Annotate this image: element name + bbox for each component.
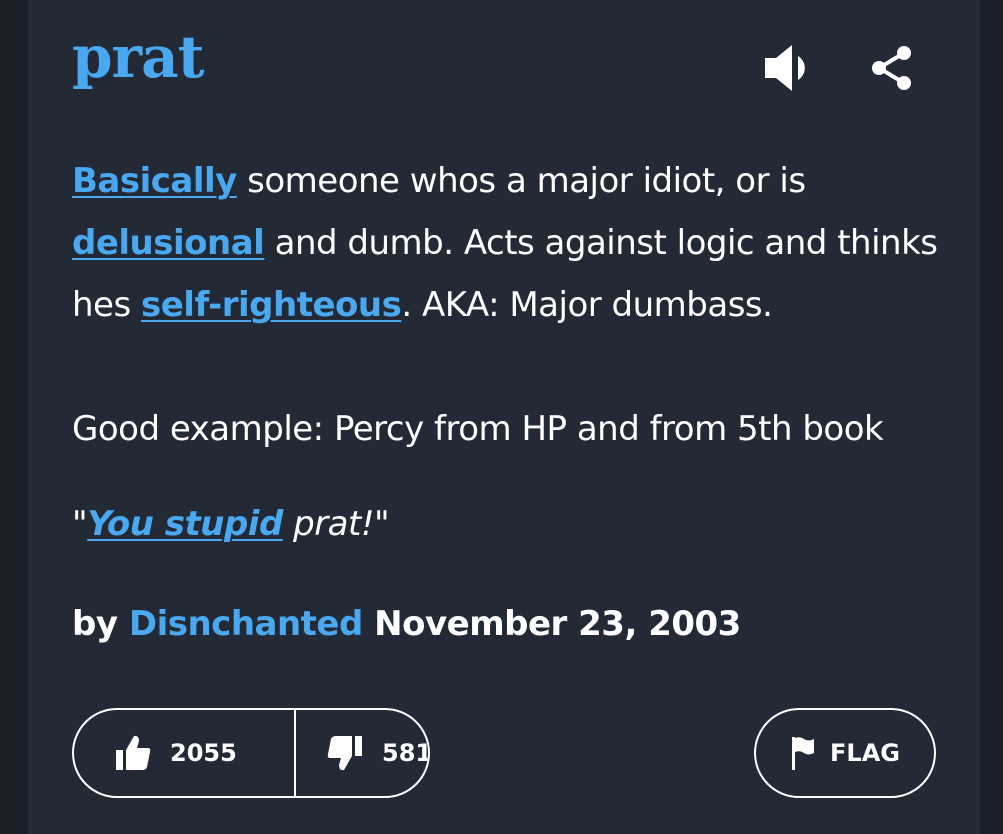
pronounce-button[interactable] bbox=[760, 38, 820, 98]
meaning-paragraph-2: Good example: Percy from HP and from 5th… bbox=[72, 409, 884, 449]
by-label: by bbox=[72, 604, 129, 644]
example-sentence: "You stupid prat!" bbox=[72, 504, 390, 544]
upvote-count: 2055 bbox=[170, 739, 237, 767]
term-link-basically[interactable]: Basically bbox=[72, 161, 237, 201]
post-date: November 23, 2003 bbox=[362, 604, 741, 644]
author-link[interactable]: Disnchanted bbox=[129, 604, 363, 644]
contributor: by Disnchanted November 23, 2003 bbox=[72, 604, 741, 644]
vote-group: 2055 581 bbox=[72, 708, 430, 798]
example-open-quote: " bbox=[72, 504, 88, 544]
meaning-paragraph-1: Basically someone whos a major idiot, or… bbox=[72, 150, 952, 336]
word-title[interactable]: prat bbox=[72, 28, 204, 86]
term-link-you-stupid[interactable]: You stupid bbox=[87, 504, 283, 544]
thumbs-up-icon bbox=[116, 735, 151, 770]
share-icon bbox=[872, 46, 911, 90]
meaning-text: someone whos a major idiot, or is bbox=[236, 161, 806, 201]
thumbs-down-icon bbox=[327, 736, 362, 771]
definition-card: prat Basically someone whos a major idio… bbox=[28, 0, 980, 834]
term-link-self-righteous[interactable]: self-righteous bbox=[141, 285, 402, 325]
upvote-button[interactable]: 2055 bbox=[74, 710, 296, 796]
downvote-button[interactable]: 581 bbox=[296, 710, 430, 796]
meaning: Basically someone whos a major idiot, or… bbox=[72, 150, 952, 460]
flag-button[interactable]: FLAG bbox=[754, 708, 936, 798]
meaning-text: . AKA: Major dumbass. bbox=[401, 285, 773, 325]
term-link-delusional[interactable]: delusional bbox=[72, 223, 265, 263]
flag-icon bbox=[792, 737, 815, 770]
example-rest: prat!" bbox=[282, 504, 390, 544]
flag-label: FLAG bbox=[830, 739, 900, 767]
speaker-icon bbox=[765, 45, 805, 91]
downvote-count: 581 bbox=[382, 739, 430, 767]
share-button[interactable] bbox=[862, 38, 922, 98]
